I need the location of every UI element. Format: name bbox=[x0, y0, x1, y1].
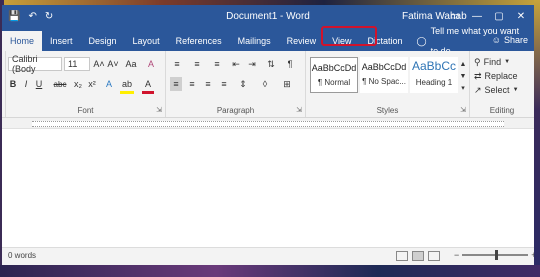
editing-group-label: Editing bbox=[489, 106, 515, 115]
align-right-icon[interactable]: ≡ bbox=[202, 77, 214, 91]
search-icon: ⚲ bbox=[474, 56, 481, 67]
multilevel-list-icon[interactable]: ≡ bbox=[210, 57, 224, 71]
dictation-highlight-outline bbox=[321, 26, 377, 46]
styles-group-label: Styles bbox=[376, 106, 399, 115]
tab-design[interactable]: Design bbox=[81, 31, 125, 51]
font-name-box[interactable]: Calibri (Body bbox=[8, 54, 62, 74]
styles-dialog-launcher-icon[interactable]: ⇲ bbox=[460, 106, 466, 114]
share-button[interactable]: ☺ Share bbox=[486, 29, 534, 51]
person-icon: ☺ bbox=[491, 35, 501, 45]
zoom-in-button[interactable]: + bbox=[531, 250, 534, 260]
word-count[interactable]: 0 words bbox=[8, 251, 36, 260]
style-name: Heading 1 bbox=[415, 78, 453, 87]
read-mode-icon[interactable] bbox=[396, 251, 408, 261]
sort-icon[interactable]: ⇅ bbox=[264, 57, 278, 71]
style-sample: AaBbCcDd bbox=[361, 62, 407, 72]
chevron-down-icon: ▼ bbox=[512, 87, 519, 93]
style-no-spacing[interactable]: AaBbCcDd ¶ No Spac... bbox=[360, 57, 408, 93]
lightbulb-icon: ◯ bbox=[416, 36, 427, 46]
highlight-button[interactable]: ab bbox=[120, 77, 134, 94]
text-effects-button[interactable]: A bbox=[103, 77, 115, 91]
select-icon: ↗ bbox=[474, 84, 482, 95]
share-label: Share bbox=[503, 35, 528, 45]
print-layout-icon[interactable] bbox=[412, 251, 424, 261]
numbering-icon[interactable]: ≡ bbox=[190, 57, 204, 71]
font-color-button[interactable]: A bbox=[142, 77, 154, 94]
underline-button[interactable]: U bbox=[34, 77, 44, 91]
ruler-track bbox=[32, 121, 504, 127]
desktop-wallpaper-bottom bbox=[0, 265, 540, 277]
shading-icon[interactable]: ◊ bbox=[258, 77, 272, 91]
strikethrough-button[interactable]: abc bbox=[52, 77, 68, 91]
horizontal-ruler[interactable] bbox=[2, 118, 534, 129]
zoom-slider-thumb[interactable] bbox=[495, 250, 499, 260]
change-case-button[interactable]: Aa bbox=[123, 57, 139, 71]
paragraph-dialog-launcher-icon[interactable]: ⇲ bbox=[296, 106, 302, 114]
grow-font-button[interactable]: A˄ bbox=[93, 57, 105, 71]
show-formatting-icon[interactable]: ¶ bbox=[284, 57, 296, 71]
font-size-box[interactable]: 11 bbox=[64, 57, 90, 71]
shrink-font-button[interactable]: A˅ bbox=[107, 57, 119, 71]
font-group: Calibri (Body 11 A˄ A˅ Aa A B I U abc x₂… bbox=[6, 51, 166, 117]
find-button[interactable]: ⚲ Find ▼ bbox=[474, 55, 530, 69]
style-name: ¶ Normal bbox=[317, 78, 351, 87]
align-center-icon[interactable]: ≡ bbox=[186, 77, 198, 91]
line-spacing-icon[interactable]: ⇕ bbox=[236, 77, 250, 91]
bullets-icon[interactable]: ≡ bbox=[170, 57, 184, 71]
style-normal[interactable]: AaBbCcDd ¶ Normal bbox=[310, 57, 358, 93]
tab-insert[interactable]: Insert bbox=[42, 31, 81, 51]
zoom-out-button[interactable]: − bbox=[454, 250, 459, 260]
select-button[interactable]: ↗ Select ▼ bbox=[474, 83, 530, 97]
justify-icon[interactable]: ≡ bbox=[218, 77, 230, 91]
ribbon-tabs: Home Insert Design Layout References Mai… bbox=[2, 26, 534, 56]
decrease-indent-icon[interactable]: ⇤ bbox=[230, 57, 242, 71]
view-buttons bbox=[396, 251, 440, 261]
status-bar: 0 words − + bbox=[2, 247, 534, 265]
style-sample: AaBbCc bbox=[411, 59, 457, 73]
zoom-control: − + bbox=[454, 250, 534, 260]
tab-review[interactable]: Review bbox=[279, 31, 325, 51]
replace-icon: ⇄ bbox=[474, 70, 482, 81]
paragraph-group: ≡ ≡ ≡ ⇤ ⇥ ⇅ ¶ ≡ ≡ ≡ ≡ ⇕ ◊ ⊞ Paragraph ⇲ bbox=[166, 51, 306, 117]
word-window: 💾 ↶ ↻ Document1 - Word Fatima Wahab ▭ — … bbox=[2, 5, 534, 265]
document-canvas[interactable] bbox=[2, 138, 534, 248]
borders-icon[interactable]: ⊞ bbox=[280, 77, 294, 91]
style-sample: AaBbCcDd bbox=[311, 63, 357, 73]
replace-button[interactable]: ⇄ Replace bbox=[474, 69, 530, 83]
font-group-label: Font bbox=[77, 106, 94, 115]
tab-references[interactable]: References bbox=[168, 31, 230, 51]
chevron-down-icon: ▼ bbox=[504, 59, 511, 65]
tab-home[interactable]: Home bbox=[2, 31, 43, 51]
styles-more-icon[interactable]: ▾ bbox=[459, 81, 467, 95]
tab-layout[interactable]: Layout bbox=[125, 31, 168, 51]
bold-button[interactable]: B bbox=[8, 77, 18, 91]
italic-button[interactable]: I bbox=[21, 77, 31, 91]
styles-group: AaBbCcDd ¶ Normal AaBbCcDd ¶ No Spac... … bbox=[306, 51, 470, 117]
clear-formatting-button[interactable]: A bbox=[144, 57, 158, 71]
font-dialog-launcher-icon[interactable]: ⇲ bbox=[156, 106, 162, 114]
paragraph-group-label: Paragraph bbox=[216, 106, 255, 115]
increase-indent-icon[interactable]: ⇥ bbox=[246, 57, 258, 71]
superscript-button[interactable]: x² bbox=[86, 77, 98, 91]
desktop-wallpaper-right bbox=[534, 0, 540, 277]
style-name: ¶ No Spac... bbox=[362, 77, 406, 86]
subscript-button[interactable]: x₂ bbox=[72, 77, 84, 91]
web-layout-icon[interactable] bbox=[428, 251, 440, 261]
ribbon-home: Calibri (Body 11 A˄ A˅ Aa A B I U abc x₂… bbox=[2, 51, 534, 118]
style-heading-1[interactable]: AaBbCc Heading 1 bbox=[410, 57, 458, 93]
zoom-slider[interactable] bbox=[462, 250, 529, 260]
find-label: Find bbox=[483, 57, 502, 67]
align-left-icon[interactable]: ≡ bbox=[170, 77, 182, 91]
editing-group: ⚲ Find ▼ ⇄ Replace ↗ Select ▼ Editing bbox=[470, 51, 534, 117]
tab-mailings[interactable]: Mailings bbox=[230, 31, 279, 51]
replace-label: Replace bbox=[484, 71, 518, 81]
select-label: Select bbox=[484, 85, 510, 95]
